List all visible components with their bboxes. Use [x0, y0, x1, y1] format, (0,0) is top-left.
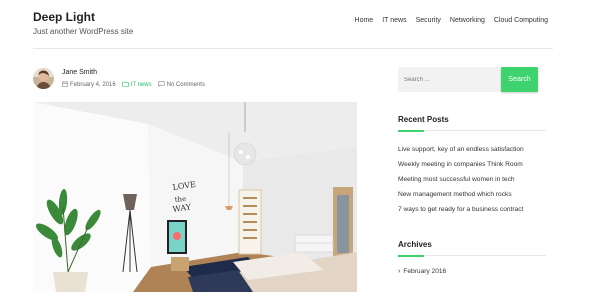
archive-link-label: February 2016 — [403, 268, 447, 275]
header-divider — [33, 48, 553, 49]
nav-item-cloud-computing[interactable]: Cloud Computing — [494, 17, 548, 24]
nav-item-it-news[interactable]: IT news — [382, 17, 406, 24]
search-input[interactable] — [398, 67, 501, 92]
recent-post-link[interactable]: Weekly meeting in companies Think Room — [398, 157, 524, 172]
archives-underline — [398, 254, 546, 257]
chevron-right-icon: › — [398, 268, 401, 275]
post-comments-text: No Comments — [166, 82, 205, 88]
site-title[interactable]: Deep Light — [33, 10, 95, 24]
post-comments[interactable]: No Comments — [157, 81, 205, 89]
recent-posts-title: Recent Posts — [398, 115, 449, 124]
recent-post-link[interactable]: Meeting most successful women in tech — [398, 172, 524, 187]
recent-post-link[interactable]: 7 ways to get ready for a business contr… — [398, 202, 524, 217]
post-date-text: February 4, 2016 — [70, 82, 116, 88]
nav-item-networking[interactable]: Networking — [450, 17, 485, 24]
recent-posts-underline — [398, 129, 546, 132]
comment-icon — [157, 81, 165, 89]
calendar-icon — [62, 81, 68, 89]
post-featured-image[interactable]: LOVE the WAY — [33, 102, 357, 292]
recent-post-link[interactable]: New management method which rocks — [398, 187, 524, 202]
main-nav: Home IT news Security Networking Cloud C… — [355, 17, 548, 24]
search-form: Search — [398, 67, 538, 92]
archives-title: Archives — [398, 240, 432, 249]
archive-link[interactable]: › February 2016 — [398, 268, 446, 275]
search-button[interactable]: Search — [501, 67, 538, 92]
author-name[interactable]: Jane Smith — [62, 69, 97, 76]
nav-item-security[interactable]: Security — [416, 17, 441, 24]
post-category-link[interactable]: IT news — [131, 82, 152, 88]
post-category[interactable]: IT news — [121, 81, 152, 89]
site-tagline: Just another WordPress site — [33, 27, 134, 36]
author-avatar[interactable] — [33, 68, 54, 89]
folder-icon — [121, 81, 129, 89]
recent-post-link[interactable]: Live support, key of an endless satisfac… — [398, 142, 524, 157]
recent-posts-list: Live support, key of an endless satisfac… — [398, 142, 524, 217]
nav-item-home[interactable]: Home — [355, 17, 374, 24]
post-date[interactable]: February 4, 2016 — [62, 81, 116, 89]
post-meta: February 4, 2016 IT news No Comments — [62, 81, 211, 89]
